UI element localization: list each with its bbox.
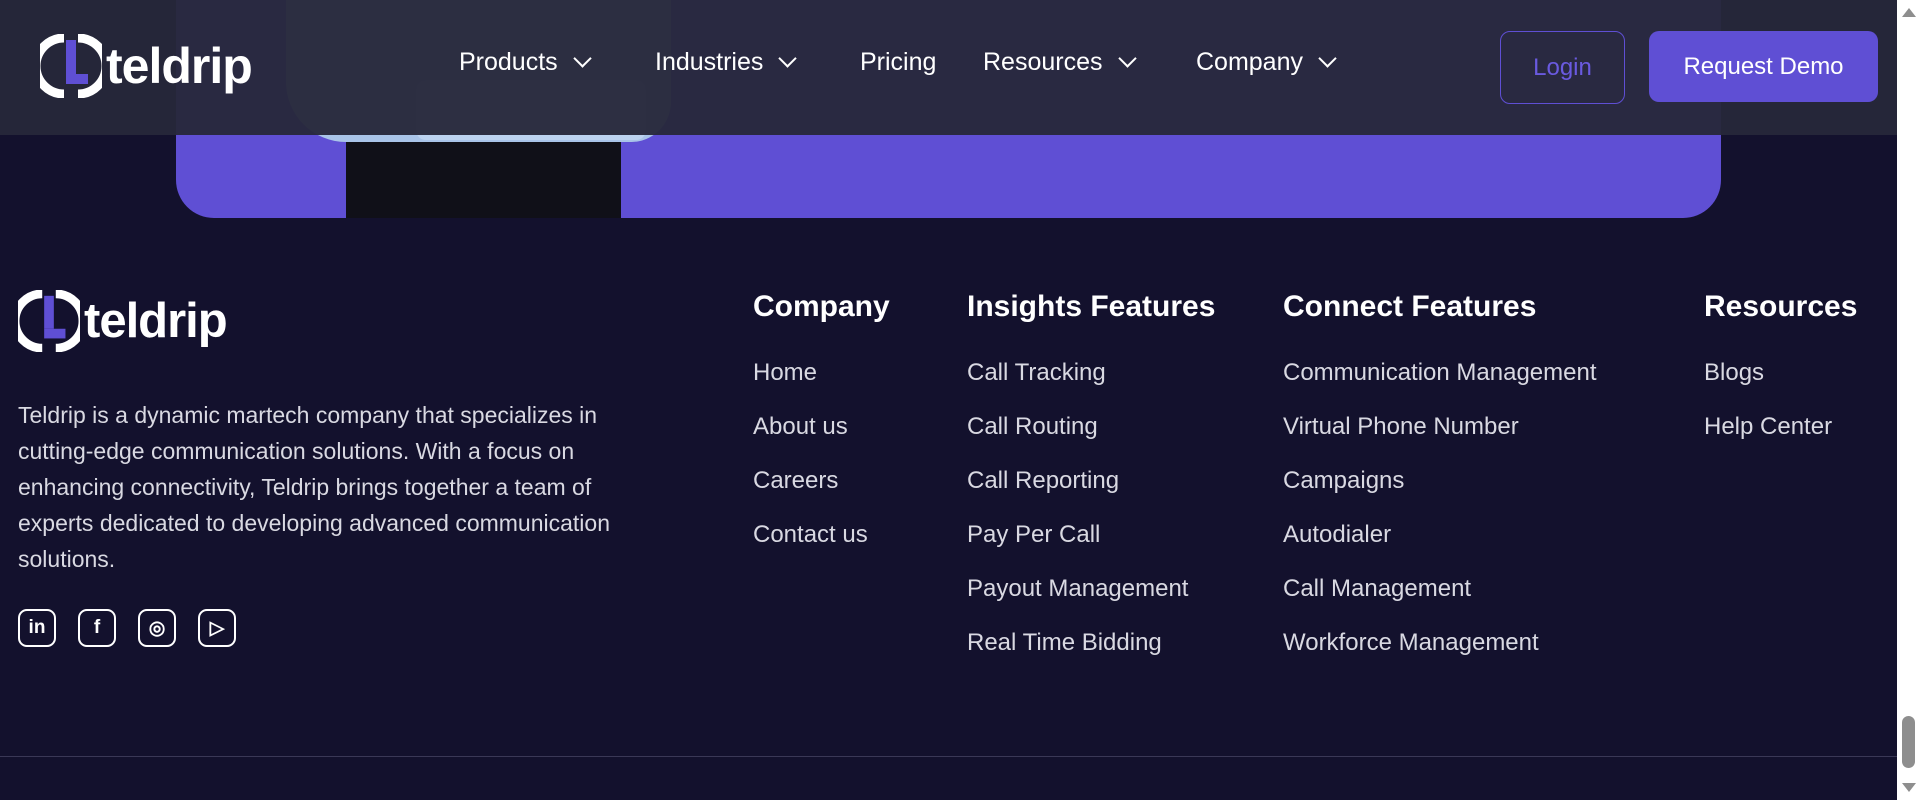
- nav-label: Products: [459, 48, 558, 76]
- logo-mark-icon: [40, 34, 102, 98]
- footer-link[interactable]: Real Time Bidding: [967, 628, 1215, 682]
- footer-link[interactable]: Help Center: [1704, 412, 1857, 466]
- column-heading: Connect Features: [1283, 290, 1537, 323]
- nav-products[interactable]: Products: [459, 48, 592, 77]
- nav-resources[interactable]: Resources: [983, 48, 1137, 77]
- chevron-down-icon: [572, 49, 592, 68]
- footer-link[interactable]: About us: [753, 412, 890, 466]
- footer-link[interactable]: Contact us: [753, 520, 890, 574]
- person-pants: [346, 142, 621, 218]
- logo-wordmark: teldrip: [106, 38, 253, 94]
- footer-link[interactable]: Campaigns: [1283, 466, 1597, 520]
- facebook-icon[interactable]: f: [78, 609, 116, 647]
- instagram-icon[interactable]: ◎: [138, 609, 176, 647]
- nav-industries[interactable]: Industries: [655, 48, 798, 77]
- chevron-down-icon: [1117, 49, 1137, 68]
- chevron-down-icon: [778, 49, 798, 68]
- footer-link[interactable]: Payout Management: [967, 574, 1215, 628]
- nav-label: Company: [1196, 48, 1303, 76]
- footer-link[interactable]: Call Reporting: [967, 466, 1215, 520]
- footer-column-insights-features: Insights Features Call Tracking Call Routi…: [967, 290, 1215, 682]
- logo-mark-icon: [18, 290, 80, 352]
- social-links: in f ◎ ▷: [18, 609, 236, 647]
- footer-link[interactable]: Communication Management: [1283, 358, 1597, 412]
- column-heading: Company: [753, 290, 890, 323]
- request-demo-button[interactable]: Request Demo: [1649, 31, 1878, 102]
- chevron-down-icon: [1318, 49, 1337, 68]
- youtube-icon[interactable]: ▷: [198, 609, 236, 647]
- scrollbar-thumb[interactable]: [1902, 716, 1915, 768]
- header-logo[interactable]: teldrip: [40, 34, 253, 98]
- column-heading: Insights Features: [967, 290, 1216, 323]
- column-heading: Resources: [1704, 290, 1858, 323]
- scroll-up-icon[interactable]: [1902, 8, 1916, 17]
- page: teldrip Products Industries Pricing Resourc…: [0, 0, 1897, 800]
- linkedin-icon[interactable]: in: [18, 609, 56, 647]
- footer-link[interactable]: Autodialer: [1283, 520, 1597, 574]
- footer-link[interactable]: Call Tracking: [967, 358, 1215, 412]
- footer-link[interactable]: Virtual Phone Number: [1283, 412, 1597, 466]
- footer-divider: [0, 756, 1897, 757]
- nav-pricing[interactable]: Pricing: [860, 48, 936, 77]
- nav-label: Pricing: [860, 48, 937, 76]
- nav-company[interactable]: Company: [1196, 48, 1337, 77]
- footer-column-company: Company Home About us Careers Contact us: [753, 290, 890, 574]
- nav-label: Industries: [655, 48, 764, 76]
- footer-column-connect-features: Connect Features Communication Management…: [1283, 290, 1597, 682]
- footer-link[interactable]: Call Routing: [967, 412, 1215, 466]
- footer-link[interactable]: Call Management: [1283, 574, 1597, 628]
- footer-logo[interactable]: teldrip: [18, 290, 228, 352]
- footer-column-resources: Resources Blogs Help Center: [1704, 290, 1857, 466]
- footer-link[interactable]: Home: [753, 358, 890, 412]
- scroll-down-icon[interactable]: [1902, 783, 1916, 792]
- footer-link[interactable]: Blogs: [1704, 358, 1857, 412]
- footer-link[interactable]: Careers: [753, 466, 890, 520]
- company-description: Teldrip is a dynamic martech company tha…: [18, 402, 610, 572]
- site-header: teldrip Products Industries Pricing Resourc…: [0, 0, 1897, 135]
- footer-link[interactable]: Workforce Management: [1283, 628, 1597, 682]
- footer-link[interactable]: Pay Per Call: [967, 520, 1215, 574]
- nav-label: Resources: [983, 48, 1103, 76]
- login-button[interactable]: Login: [1500, 31, 1625, 104]
- logo-wordmark: teldrip: [84, 294, 228, 348]
- scrollbar[interactable]: [1897, 0, 1920, 800]
